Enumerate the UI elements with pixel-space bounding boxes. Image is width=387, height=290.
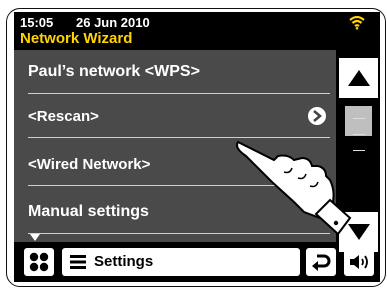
pointing-hand-icon <box>236 140 352 236</box>
scroll-up-button[interactable] <box>339 58 378 98</box>
date: 26 Jun 2010 <box>76 15 150 30</box>
scroll-tick <box>353 150 365 151</box>
speaker-icon <box>350 255 368 269</box>
menu-item-label: Manual settings <box>28 203 149 220</box>
scroll-tick <box>353 134 365 135</box>
triangle-up-icon <box>348 70 370 86</box>
menu-item-label: <Rescan> <box>28 107 99 125</box>
volume-button[interactable] <box>344 248 374 276</box>
home-grid-button[interactable] <box>24 248 54 276</box>
menu-item-pauls-network[interactable]: Paul’s network <WPS> <box>28 50 336 94</box>
settings-label: Settings <box>94 253 154 270</box>
scroll-tick <box>353 118 365 119</box>
clock: 15:05 <box>20 15 54 30</box>
back-button[interactable] <box>306 248 336 276</box>
menu-item-label: <Wired Network> <box>28 155 151 173</box>
menu-icon <box>70 255 86 269</box>
bottom-bar: Settings <box>14 248 380 278</box>
back-arrow-icon <box>312 254 331 271</box>
grid-icon <box>29 252 49 272</box>
settings-button[interactable]: Settings <box>62 248 300 276</box>
wifi-icon <box>349 15 365 30</box>
menu-item-label: Paul’s network <WPS> <box>28 63 200 80</box>
page-title: Network Wizard <box>20 30 133 47</box>
more-below-indicator <box>30 234 40 241</box>
chevron-right-icon <box>308 107 326 125</box>
status-bar: 15:05 26 Jun 2010 <box>14 12 380 32</box>
